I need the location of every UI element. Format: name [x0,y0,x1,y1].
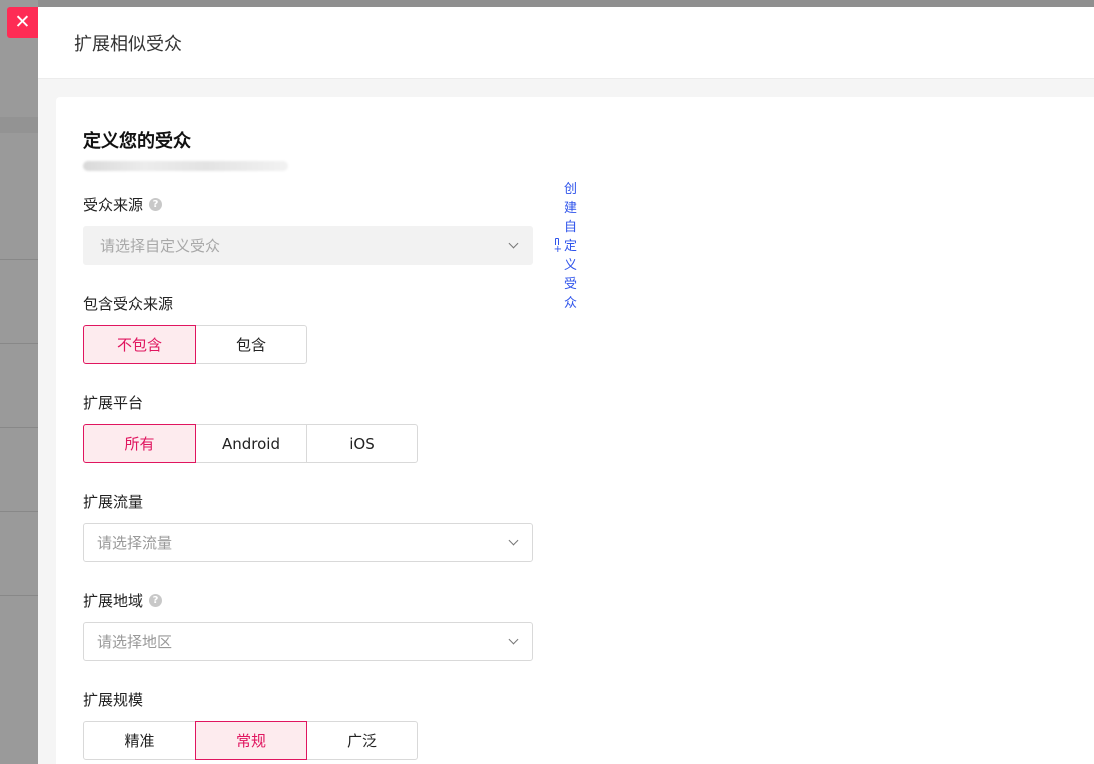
background-page [0,0,38,764]
chevron-down-icon [508,535,519,546]
drawer-panel: 扩展相似受众 定义您的受众 受众来源 ? 请选择自定义受众 创建自定义受众 包含… [38,7,1094,764]
blurred-description [83,161,288,171]
background-divider [0,511,38,512]
drawer-header: 扩展相似受众 [38,7,1094,79]
audience-form-card: 定义您的受众 受众来源 ? 请选择自定义受众 创建自定义受众 包含受众来源 不包… [56,97,1094,764]
background-divider [0,343,38,344]
traffic-field: 扩展流量 请选择流量 [83,491,533,562]
card-title: 定义您的受众 [83,131,191,152]
close-button[interactable]: ✕ [7,7,38,38]
platform-label: 扩展平台 [83,393,144,412]
drawer-title: 扩展相似受众 [74,33,182,55]
help-icon[interactable]: ? [149,593,163,607]
help-icon[interactable]: ? [149,197,163,211]
scale-field: 扩展规模 精准 常规 广泛 [83,689,418,760]
scale-toggle: 精准 常规 广泛 [83,721,418,760]
audience-source-label-row: 受众来源 ? [83,194,533,214]
background-band [0,117,38,133]
background-divider [0,259,38,260]
traffic-label: 扩展流量 [83,492,144,511]
chevron-down-icon [508,634,519,645]
audience-source-select[interactable]: 请选择自定义受众 [83,226,533,265]
region-field: 扩展地域 ? 请选择地区 [83,590,533,661]
create-link-label: 创建自定义受众 [563,182,577,311]
platform-toggle: 所有 Android iOS [83,424,418,463]
traffic-select[interactable]: 请选择流量 [83,523,533,562]
region-placeholder: 请选择地区 [97,633,173,651]
include-source-option-exclude[interactable]: 不包含 [83,325,196,364]
platform-option-android[interactable]: Android [195,424,307,463]
background-divider [0,595,38,596]
scale-option-normal[interactable]: 常规 [195,721,307,760]
traffic-placeholder: 请选择流量 [97,534,173,552]
platform-option-all[interactable]: 所有 [83,424,196,463]
region-label-row: 扩展地域 ? [83,590,533,610]
chevron-down-icon [508,238,519,249]
include-source-option-include[interactable]: 包含 [195,325,307,364]
audience-source-label: 受众来源 [83,195,144,214]
scale-label: 扩展规模 [83,690,144,709]
platform-field: 扩展平台 所有 Android iOS [83,392,418,463]
close-icon: ✕ [14,11,31,33]
region-select[interactable]: 请选择地区 [83,622,533,661]
scale-option-broad[interactable]: 广泛 [306,721,418,760]
region-label: 扩展地域 [83,591,144,610]
platform-option-ios[interactable]: iOS [306,424,418,463]
scale-option-precise[interactable]: 精准 [83,721,196,760]
include-source-label: 包含受众来源 [83,294,174,313]
new-document-icon [553,238,562,255]
audience-source-field: 受众来源 ? 请选择自定义受众 创建自定义受众 [83,182,577,311]
create-custom-audience-link[interactable]: 创建自定义受众 [553,182,584,311]
audience-source-placeholder: 请选择自定义受众 [100,237,221,255]
background-divider [0,427,38,428]
include-source-toggle: 不包含 包含 [83,325,307,364]
include-source-field: 包含受众来源 不包含 包含 [83,293,307,364]
